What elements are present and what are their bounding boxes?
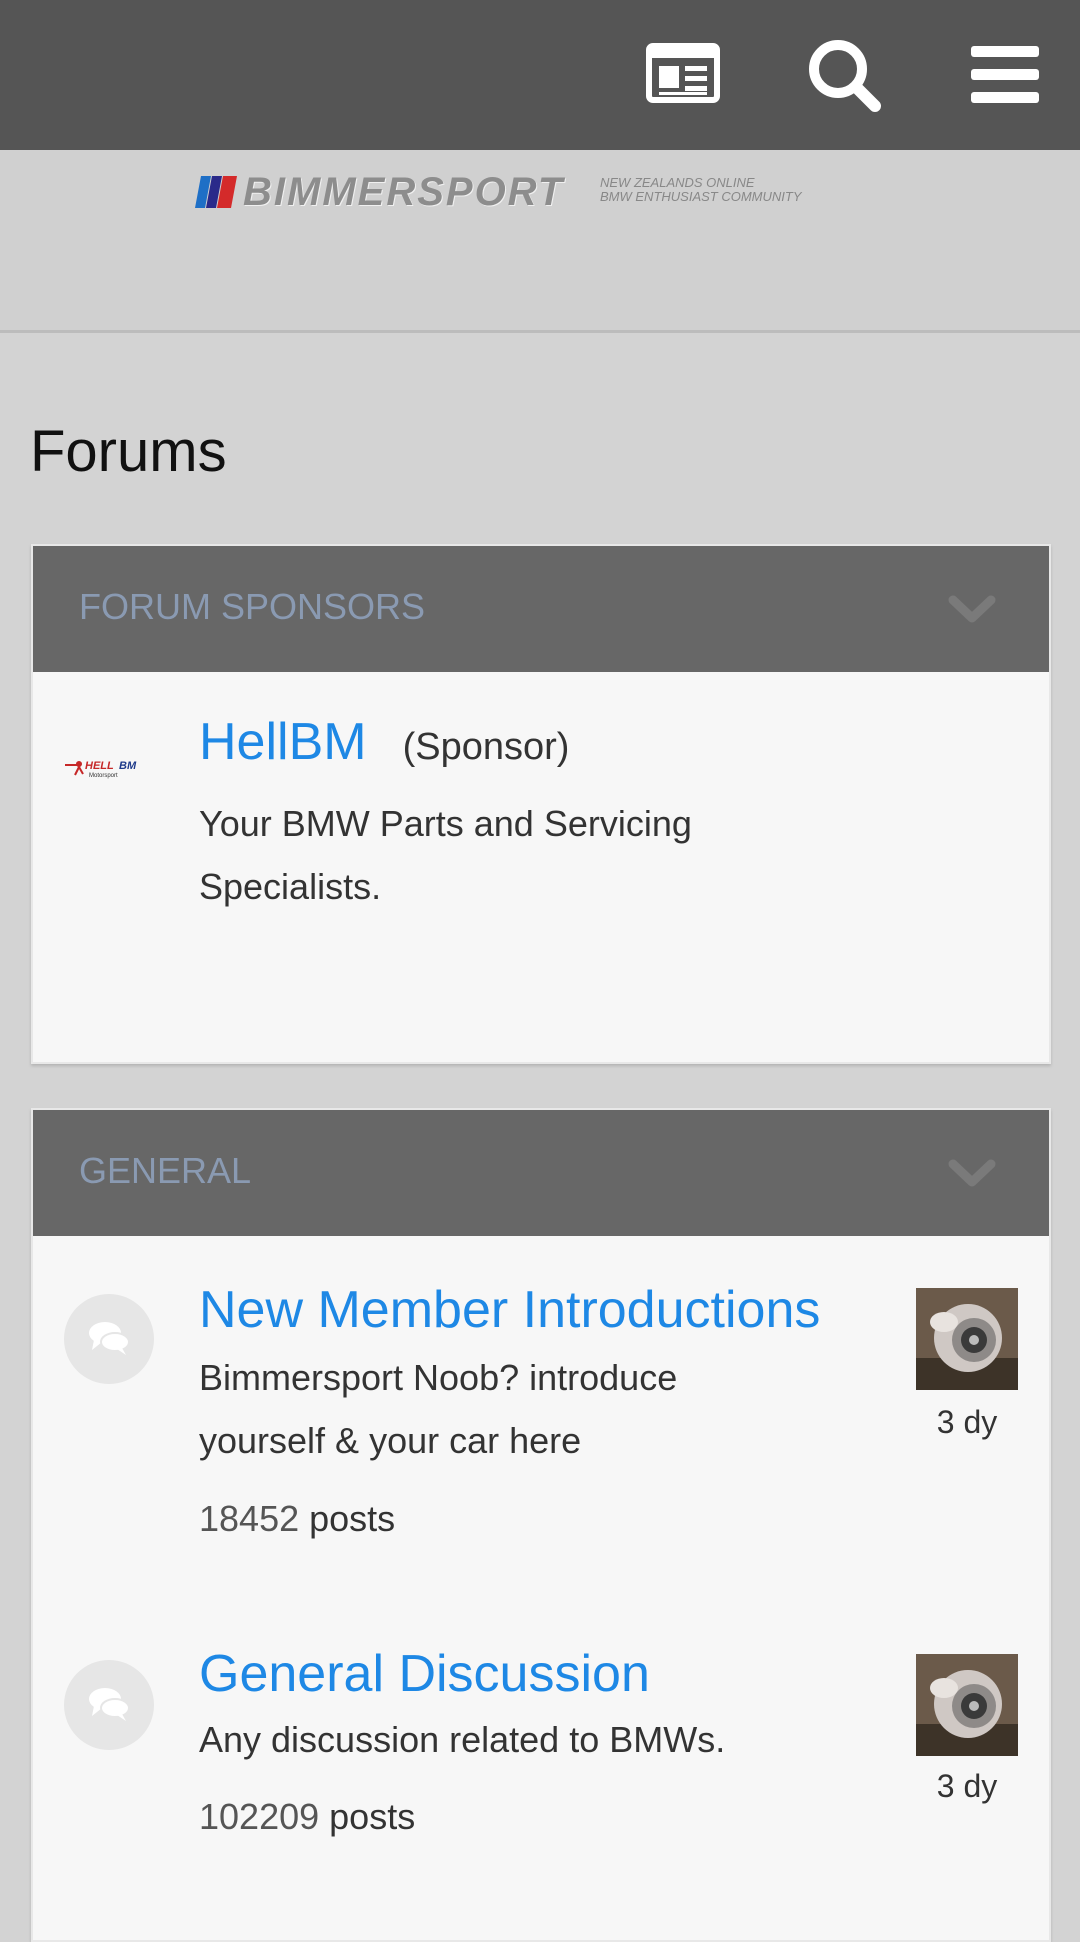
logo-banner: BIMMERSPORT NEW ZEALANDS ONLINE BMW ENTH…: [0, 150, 1080, 333]
logo-tagline-line2: BMW ENTHUSIAST COMMUNITY: [600, 189, 802, 204]
top-nav-bar: [0, 0, 1080, 150]
post-count-number: 102209: [199, 1796, 320, 1837]
forum-description: Bimmersport Noob? introduce yourself & y…: [199, 1357, 678, 1461]
forum-title-line: HellBM (Sponsor): [199, 712, 569, 772]
forum-row-hellbm: HELL BM Motorsport HellBM (Sponsor) Your …: [33, 672, 1049, 1062]
logo-brand-text: BIMMERSPORT: [243, 170, 565, 214]
last-post-time[interactable]: 3 dy: [903, 1404, 1031, 1441]
category-card-forum-sponsors: FORUM SPONSORS HELL BM Motorsport HellBM…: [31, 544, 1051, 1064]
forum-title-link[interactable]: New Member Introductions: [199, 1280, 820, 1340]
forum-post-count: 18452 posts: [199, 1498, 395, 1540]
turbo-avatar-image: [916, 1288, 1018, 1390]
hellbm-sponsor-logo[interactable]: HELL BM Motorsport: [65, 757, 145, 779]
bmw-m-stripes-icon: [195, 176, 237, 208]
site-logo[interactable]: BIMMERSPORT NEW ZEALANDS ONLINE BMW ENTH…: [195, 170, 835, 220]
forum-title-link[interactable]: General Discussion: [199, 1644, 650, 1704]
forum-title-link[interactable]: HellBM: [199, 713, 367, 771]
search-icon: [809, 40, 881, 112]
collapse-toggle[interactable]: [947, 1154, 997, 1194]
sponsor-logo-sub: Motorsport: [89, 773, 118, 779]
forum-description: Any discussion related to BMWs.: [199, 1719, 726, 1760]
last-post-time[interactable]: 3 dy: [903, 1768, 1031, 1805]
sponsor-logo-text2: BM: [119, 760, 137, 772]
search-button[interactable]: [805, 36, 885, 116]
sponsor-tag: (Sponsor): [402, 726, 570, 768]
post-count-number: 18452: [199, 1498, 300, 1539]
category-header: GENERAL: [33, 1110, 1049, 1236]
chevron-down-icon: [948, 1159, 996, 1187]
newspaper-icon: [646, 43, 720, 103]
logo-tagline: NEW ZEALANDS ONLINE BMW ENTHUSIAST COMMU…: [600, 176, 802, 204]
post-count-label: posts: [329, 1796, 416, 1837]
post-count-label: posts: [309, 1498, 396, 1539]
forum-status-icon: [64, 1294, 154, 1384]
category-title: GENERAL: [79, 1150, 252, 1191]
collapse-toggle[interactable]: [947, 590, 997, 630]
menu-button[interactable]: [965, 36, 1045, 116]
chevron-down-icon: [948, 595, 996, 623]
sponsor-logo-text: HELL: [85, 760, 114, 772]
news-button[interactable]: [645, 36, 725, 116]
turbo-avatar-image: [916, 1654, 1018, 1756]
chat-bubbles-icon: [89, 1322, 130, 1355]
logo-tagline-line1: NEW ZEALANDS ONLINE: [600, 175, 755, 190]
forum-post-count: 102209 posts: [199, 1796, 415, 1838]
forum-row-general-discussion: General Discussion Any discussion relate…: [33, 1602, 1049, 1940]
page-title: Forums: [30, 419, 227, 484]
last-poster-avatar[interactable]: [916, 1288, 1018, 1390]
last-poster-avatar[interactable]: [916, 1654, 1018, 1756]
hamburger-menu-icon: [971, 46, 1039, 103]
category-header: FORUM SPONSORS: [33, 546, 1049, 672]
forum-description: Your BMW Parts and Servicing Specialists…: [199, 803, 692, 907]
forum-row-new-member-introductions: New Member Introductions Bimmersport Noo…: [33, 1236, 1049, 1602]
chat-bubbles-icon: [89, 1688, 130, 1721]
forum-status-icon: [64, 1660, 154, 1750]
category-card-general: GENERAL New Member Introductions Bimmers…: [31, 1108, 1051, 1942]
category-title: FORUM SPONSORS: [79, 586, 426, 627]
